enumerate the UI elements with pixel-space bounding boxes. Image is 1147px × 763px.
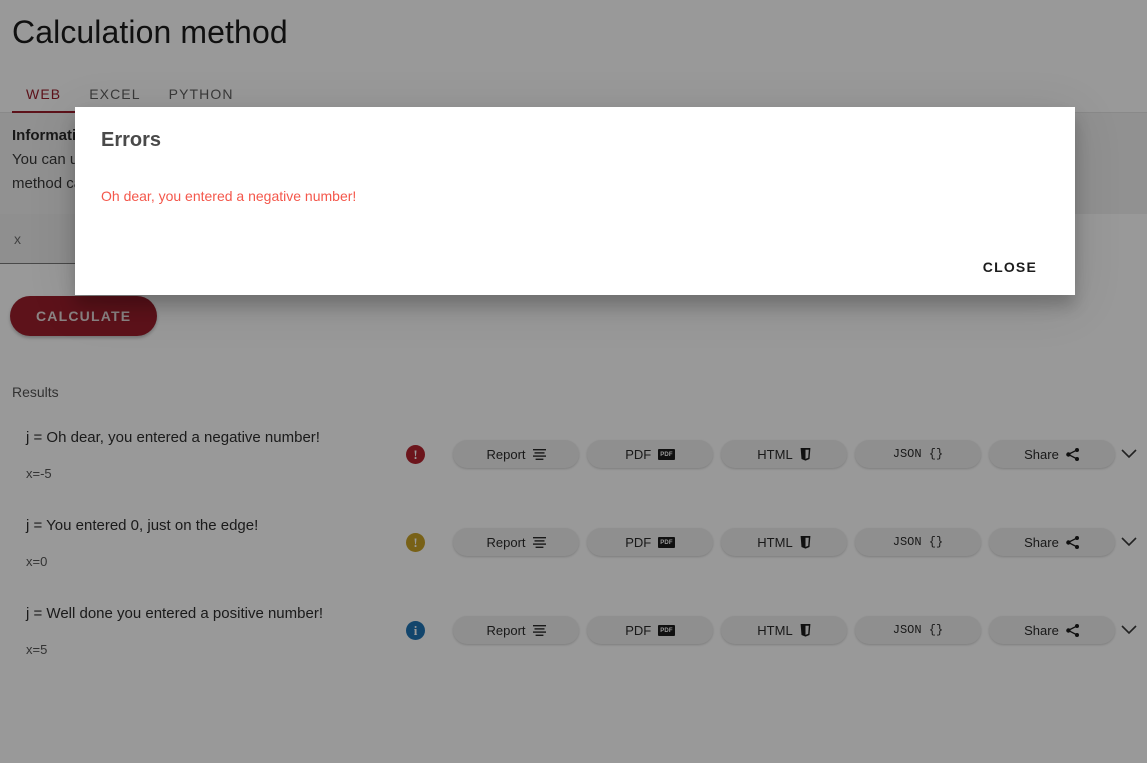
modal-actions: CLOSE	[101, 251, 1049, 295]
errors-modal: Errors Oh dear, you entered a negative n…	[75, 107, 1075, 295]
modal-error-message: Oh dear, you entered a negative number!	[101, 188, 357, 204]
modal-title: Errors	[101, 129, 162, 151]
modal-close-button[interactable]: CLOSE	[971, 251, 1049, 283]
